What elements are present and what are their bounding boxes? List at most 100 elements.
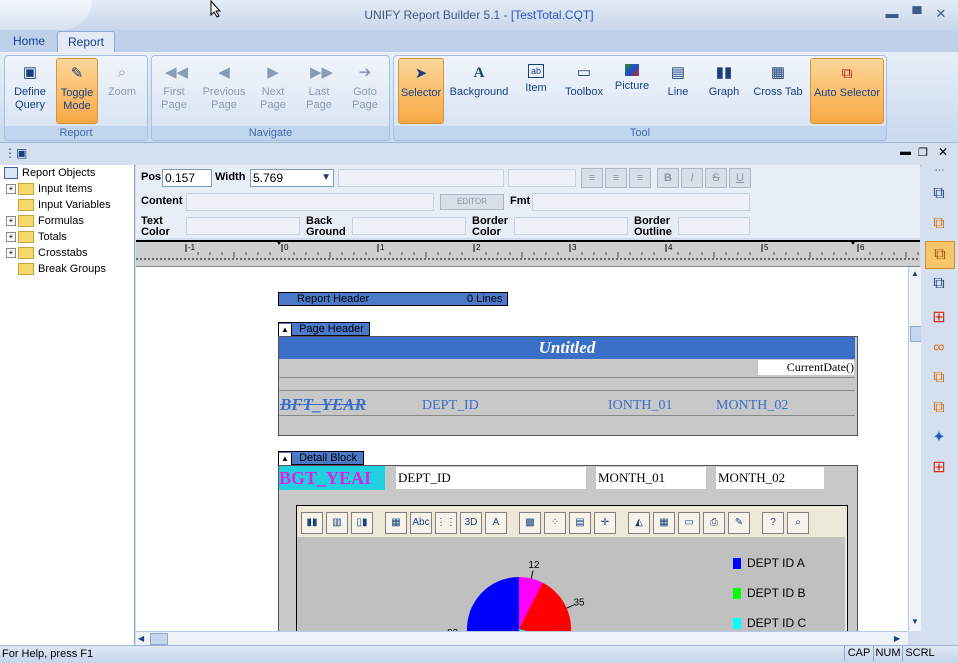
collapse-icon[interactable]: ▲	[279, 324, 292, 336]
auto-selector-button[interactable]: ⧉ Auto Selector	[810, 58, 884, 124]
pen-icon[interactable]: ✎	[728, 512, 750, 534]
font-select[interactable]	[338, 169, 504, 187]
tab-home[interactable]: Home	[3, 31, 55, 52]
strikethrough-button[interactable]: S	[705, 168, 727, 188]
windows-logo-icon[interactable]: ⊞	[925, 305, 953, 331]
detail-block-label[interactable]: ▲ Detail Block	[278, 451, 364, 465]
link-icon[interactable]: ∞	[925, 335, 953, 361]
graph-button[interactable]: ▮▮ Graph	[704, 58, 744, 122]
align-right-button[interactable]: ≡	[629, 168, 651, 188]
page-header-label[interactable]: ▲ Page Header	[278, 322, 370, 336]
font-size-select[interactable]	[508, 169, 576, 187]
windows-flag-icon[interactable]: ⊞	[925, 455, 953, 481]
scatter-icon[interactable]: ⁘	[544, 512, 566, 534]
fmt-select[interactable]	[532, 193, 750, 211]
crosshair-icon[interactable]: ✛	[594, 512, 616, 534]
detail-field-bgt-year[interactable]: BGT_YEAI	[279, 466, 385, 490]
document-icon[interactable]: ⋮▣	[4, 146, 27, 162]
toggle-mode-button[interactable]: ✎ Toggle Mode	[56, 58, 98, 124]
data-grid-icon[interactable]: ▦	[385, 512, 407, 534]
pie-slice[interactable]	[467, 577, 525, 631]
crosstab-style-4-icon[interactable]: ⧉	[925, 271, 953, 297]
mdi-close-button[interactable]: ✕	[938, 145, 952, 159]
3d-bar-icon[interactable]: ▥	[326, 512, 348, 534]
tree-item-formulas[interactable]: + Formulas	[0, 213, 134, 229]
tree-item-input-items[interactable]: + Input Items	[0, 181, 134, 197]
scroll-down-icon[interactable]: ▼	[910, 617, 920, 627]
table-icon[interactable]: ▦	[653, 512, 675, 534]
text-color-select[interactable]	[186, 217, 300, 235]
crosstab-style-2-icon[interactable]: ⧉	[925, 211, 953, 237]
label-icon[interactable]: ▭	[678, 512, 700, 534]
tree-item-totals[interactable]: + Totals	[0, 229, 134, 245]
detail-field-month-02[interactable]: MONTH_02	[716, 467, 824, 489]
mdi-restore-button[interactable]: ❐	[918, 146, 932, 159]
crosstab-style-6-icon[interactable]: ⧉	[925, 395, 953, 421]
header-field-dept-id[interactable]: DEPT_ID	[422, 398, 479, 414]
horizontal-scroll-thumb[interactable]	[150, 633, 168, 645]
zoom-button[interactable]: ⌕ Zoom	[102, 58, 142, 122]
area-icon[interactable]: ◭	[628, 512, 650, 534]
crosstab-style-1-icon[interactable]: ⧉	[925, 181, 953, 207]
define-query-button[interactable]: ▣ Define Query	[8, 58, 52, 122]
crosstab-style-3-icon[interactable]: ⧉	[925, 241, 955, 269]
header-field-month-01[interactable]: IONTH_01	[608, 398, 673, 414]
first-page-button[interactable]: ◀◀ First Page	[154, 58, 194, 122]
line-button[interactable]: ▤ Line	[660, 58, 696, 122]
previous-page-button[interactable]: ◀ Previous Page	[200, 58, 248, 122]
pattern-icon[interactable]: ▩	[519, 512, 541, 534]
next-page-button[interactable]: ▶ Next Page	[253, 58, 293, 122]
tab-report[interactable]: Report	[57, 31, 116, 53]
horizontal-scrollbar[interactable]: ◀ ▶	[136, 631, 908, 646]
help-icon[interactable]: ?	[762, 512, 784, 534]
report-title-field[interactable]: Untitled	[279, 337, 855, 359]
collapse-icon[interactable]: ▲	[279, 453, 292, 465]
picture-button[interactable]: Picture	[612, 58, 652, 122]
tree-root[interactable]: Report Objects	[0, 165, 134, 181]
report-header-band[interactable]: Report Header 0 Lines	[278, 292, 508, 306]
item-button[interactable]: ab Item	[518, 58, 554, 122]
bold-button[interactable]: B	[657, 168, 679, 188]
editor-button[interactable]: EDITOR	[440, 194, 504, 210]
font-icon[interactable]: A	[485, 512, 507, 534]
align-left-button[interactable]: ≡	[581, 168, 603, 188]
mdi-minimize-button[interactable]: ▬	[900, 146, 914, 158]
scroll-left-icon[interactable]: ◀	[138, 634, 148, 644]
chevron-down-icon[interactable]: ▼	[321, 170, 331, 186]
grid-icon[interactable]: ⋮⋮	[435, 512, 457, 534]
current-date-field[interactable]: CurrentDate()	[758, 360, 854, 375]
background-button[interactable]: A Background	[448, 58, 510, 122]
italic-button[interactable]: I	[681, 168, 703, 188]
border-outline-select[interactable]	[678, 217, 750, 235]
header-field-bgt-year[interactable]: BFT_YEAR	[280, 395, 366, 415]
text-icon[interactable]: Abc	[410, 512, 432, 534]
3d-icon[interactable]: 3D	[460, 512, 482, 534]
content-input[interactable]	[186, 193, 434, 211]
tree-item-break-groups[interactable]: Break Groups	[0, 261, 134, 277]
selector-button[interactable]: ➤ Selector	[398, 58, 444, 124]
maximize-button[interactable]: ▀	[907, 6, 927, 22]
underline-button[interactable]: U	[729, 168, 751, 188]
puzzle-icon[interactable]: ✦	[925, 425, 953, 451]
toolbox-button[interactable]: ▭ Toolbox	[562, 58, 606, 122]
tree-item-input-variables[interactable]: Input Variables	[0, 197, 134, 213]
pos-input[interactable]: 0.157	[162, 169, 212, 187]
header-field-month-02[interactable]: MONTH_02	[716, 398, 788, 414]
align-center-button[interactable]: ≡	[605, 168, 627, 188]
expand-icon[interactable]: +	[6, 184, 16, 195]
goto-page-button[interactable]: ➔ Goto Page	[345, 58, 385, 122]
minimize-button[interactable]: ▬	[882, 6, 902, 22]
back-ground-select[interactable]	[352, 217, 466, 235]
bar-chart-icon[interactable]: ▮▮	[301, 512, 323, 534]
expand-icon[interactable]: +	[6, 232, 16, 243]
expand-icon[interactable]: +	[6, 248, 16, 259]
horizontal-ruler[interactable]: -1 0 1 2 3 4 5 6	[136, 240, 920, 267]
column-icon[interactable]: ▯▮	[351, 512, 373, 534]
detail-field-month-01[interactable]: MONTH_01	[596, 467, 706, 489]
report-design-canvas[interactable]: Report Header 0 Lines ▲ Page Header Unti…	[136, 267, 908, 631]
detail-field-dept-id[interactable]: DEPT_ID	[396, 467, 586, 489]
scroll-right-icon[interactable]: ▶	[894, 634, 904, 644]
expand-icon[interactable]: +	[6, 216, 16, 227]
cross-tab-button[interactable]: ▦ Cross Tab	[750, 58, 806, 122]
crosstab-style-5-icon[interactable]: ⧉	[925, 365, 953, 391]
